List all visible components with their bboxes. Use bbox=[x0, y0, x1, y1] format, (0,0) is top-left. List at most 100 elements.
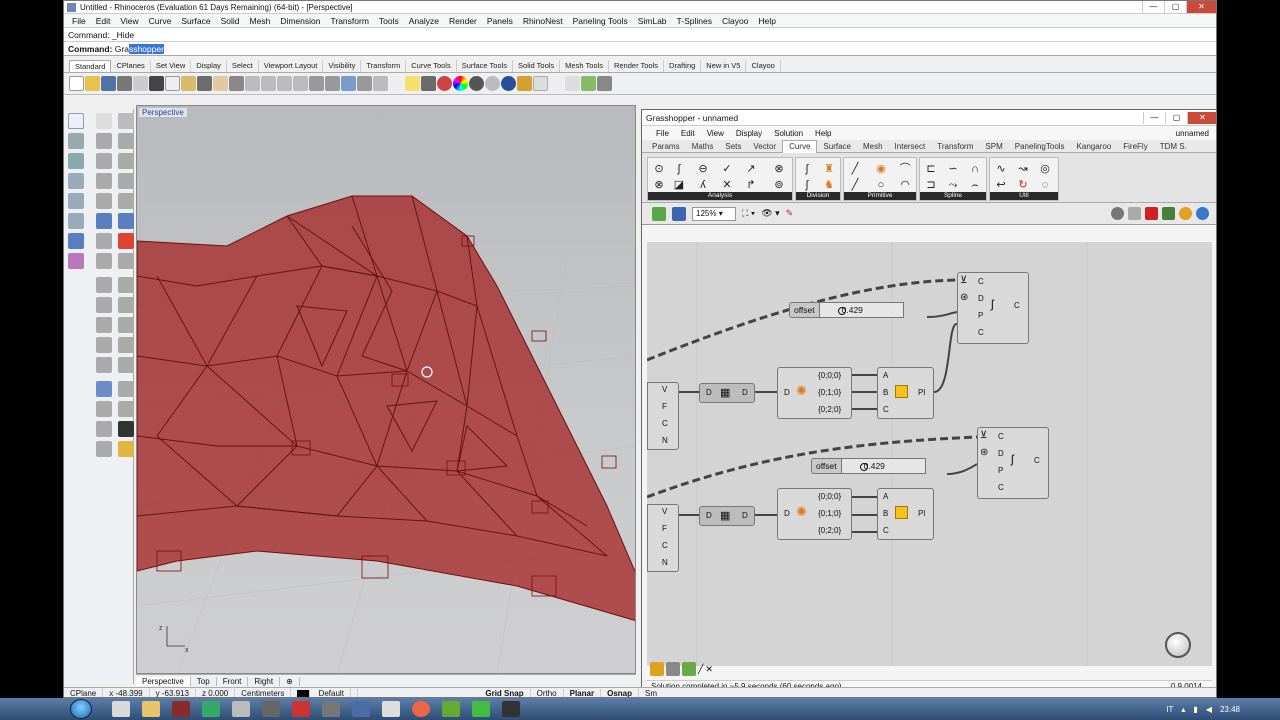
tab-viewport-layout[interactable]: Viewport Layout bbox=[259, 60, 324, 72]
script-icon[interactable] bbox=[597, 76, 612, 91]
rotate-view-icon[interactable] bbox=[229, 76, 244, 91]
perspective-viewport[interactable]: Perspective z x bbox=[136, 105, 636, 674]
rotate-icon[interactable] bbox=[96, 277, 112, 293]
gh-open-icon[interactable] bbox=[652, 206, 666, 221]
hide-icon[interactable] bbox=[421, 76, 436, 91]
zoom-window-icon[interactable] bbox=[261, 76, 276, 91]
material-preview-icon[interactable] bbox=[1179, 207, 1192, 220]
shatter-icon[interactable]: ♜ bbox=[822, 162, 836, 176]
command-input[interactable]: Command: Grasshopper bbox=[64, 42, 1216, 56]
clock[interactable]: 23:48 bbox=[1220, 705, 1240, 714]
light-icon[interactable] bbox=[405, 76, 420, 91]
ellipse-icon[interactable] bbox=[96, 153, 112, 169]
copy-icon[interactable] bbox=[165, 76, 180, 91]
select-arrow-icon[interactable] bbox=[68, 113, 84, 129]
gh-menu-edit[interactable]: Edit bbox=[675, 129, 701, 138]
viewport-tab-front[interactable]: Front bbox=[217, 676, 249, 686]
sketch-icon[interactable]: ✎ bbox=[786, 208, 794, 219]
pdf-icon[interactable] bbox=[292, 701, 310, 717]
analyze-icon[interactable] bbox=[96, 421, 112, 437]
cage-icon[interactable] bbox=[68, 253, 84, 269]
fillet-icon[interactable] bbox=[96, 193, 112, 209]
gh-canvas[interactable]: ⊻ C ⊛ D P C ʃ C offset 0.429 V F C N D ▦… bbox=[647, 242, 1212, 666]
tab-clayoo[interactable]: Clayoo bbox=[746, 60, 781, 72]
viewport-tab-top[interactable]: Top bbox=[191, 676, 217, 686]
points-on-icon[interactable] bbox=[118, 401, 134, 417]
tray-arrow-icon[interactable]: ▴ bbox=[1181, 705, 1185, 714]
gh-settings-icon[interactable] bbox=[1196, 207, 1209, 220]
status-grid-snap[interactable]: Grid Snap bbox=[479, 689, 531, 697]
contour-icon[interactable]: ♞ bbox=[822, 178, 836, 192]
sketch-pen-icon[interactable]: ╱ bbox=[698, 664, 703, 675]
data-dam-node-2[interactable]: D ▦ D bbox=[699, 506, 755, 526]
nurbs-curve-icon[interactable]: ∽ bbox=[946, 162, 960, 176]
curve-length-icon[interactable]: ⊗ bbox=[772, 162, 786, 176]
pan-icon[interactable] bbox=[213, 76, 228, 91]
curve-derivatives-icon[interactable]: ✓ bbox=[720, 162, 734, 176]
arc-sed-icon[interactable]: ◠ bbox=[898, 178, 912, 192]
trim-icon[interactable] bbox=[96, 317, 112, 333]
curve-area-icon[interactable]: ◪ bbox=[672, 178, 686, 192]
menu-paneling-tools[interactable]: Paneling Tools bbox=[568, 16, 633, 26]
status-smarttrack[interactable]: Sm bbox=[639, 689, 1216, 697]
gh-tab-firefly[interactable]: FireFly bbox=[1117, 142, 1153, 151]
gh-tab-transform[interactable]: Transform bbox=[931, 142, 979, 151]
app-icon-3[interactable] bbox=[322, 701, 340, 717]
shaded-preview-icon[interactable] bbox=[1128, 207, 1141, 220]
curve-frame-icon[interactable]: ↗ bbox=[744, 162, 758, 176]
zoom-selector[interactable]: 125% ▾ bbox=[692, 206, 736, 221]
gh-tab-tdm[interactable]: TDM S. bbox=[1154, 142, 1193, 151]
gh-menu-display[interactable]: Display bbox=[730, 129, 768, 138]
language-indicator[interactable]: IT bbox=[1166, 705, 1173, 714]
gh-menu-help[interactable]: Help bbox=[809, 129, 837, 138]
gh-save-icon[interactable] bbox=[672, 206, 686, 221]
dimension-icon[interactable] bbox=[118, 337, 134, 353]
slider2-value[interactable]: 0.429 bbox=[841, 458, 926, 474]
gh-tab-sets[interactable]: Sets bbox=[719, 142, 747, 151]
zoom-icon[interactable] bbox=[245, 76, 260, 91]
move-icon[interactable] bbox=[96, 253, 112, 269]
status-cplane[interactable]: CPlane bbox=[64, 689, 104, 697]
gh-tab-vector[interactable]: Vector bbox=[747, 142, 782, 151]
menu-analyze[interactable]: Analyze bbox=[404, 16, 444, 26]
cone-icon[interactable] bbox=[118, 233, 134, 249]
tab-solid-tools[interactable]: Solid Tools bbox=[513, 60, 561, 72]
status-units[interactable]: Centimeters bbox=[235, 689, 292, 697]
sphere-icon[interactable] bbox=[118, 213, 134, 229]
gh-menu-file[interactable]: File bbox=[650, 129, 675, 138]
app-icon-4[interactable] bbox=[352, 701, 370, 717]
tree-explode-node-2[interactable]: D ✺ {0;0;0} {0;1;0} {0;2;0} bbox=[777, 488, 852, 540]
group-icon[interactable] bbox=[118, 381, 134, 397]
tab-new-in-v5[interactable]: New in V5 bbox=[701, 60, 747, 72]
tab-mesh-tools[interactable]: Mesh Tools bbox=[560, 60, 609, 72]
menu-tsplines[interactable]: T-Splines bbox=[672, 16, 717, 26]
tab-surface-tools[interactable]: Surface Tools bbox=[457, 60, 514, 72]
chrome-icon[interactable] bbox=[412, 701, 430, 717]
check-icon[interactable] bbox=[118, 421, 134, 437]
rectangle-icon[interactable] bbox=[118, 153, 134, 169]
menu-edit[interactable]: Edit bbox=[91, 16, 116, 26]
navigation-compass-icon[interactable] bbox=[1165, 632, 1191, 658]
cut-icon[interactable] bbox=[149, 76, 164, 91]
arc-icon[interactable] bbox=[118, 133, 134, 149]
shaded-icon[interactable] bbox=[485, 76, 500, 91]
zoom-extents-icon[interactable] bbox=[277, 76, 292, 91]
app-icon-7[interactable] bbox=[502, 701, 520, 717]
point-icon[interactable] bbox=[96, 113, 112, 129]
select-icon[interactable] bbox=[309, 76, 324, 91]
curve-closest-point-icon[interactable]: ⊙ bbox=[652, 162, 666, 176]
gh-tab-curve[interactable]: Curve bbox=[782, 139, 818, 153]
layer-icon[interactable] bbox=[437, 76, 452, 91]
undo-icon[interactable] bbox=[197, 76, 212, 91]
polygon-icon[interactable] bbox=[96, 173, 112, 189]
cplane-icon[interactable] bbox=[341, 76, 356, 91]
rendered-icon[interactable] bbox=[501, 76, 516, 91]
array-icon[interactable] bbox=[118, 297, 134, 313]
history-icon[interactable] bbox=[96, 441, 112, 457]
print-icon[interactable] bbox=[117, 76, 132, 91]
surface-icon[interactable] bbox=[68, 153, 84, 169]
circle-icon-gh[interactable]: ○ bbox=[874, 178, 888, 192]
status-layer[interactable]: Default bbox=[291, 689, 358, 697]
mirror-icon[interactable] bbox=[96, 297, 112, 313]
gh-tab-mesh[interactable]: Mesh bbox=[857, 142, 889, 151]
